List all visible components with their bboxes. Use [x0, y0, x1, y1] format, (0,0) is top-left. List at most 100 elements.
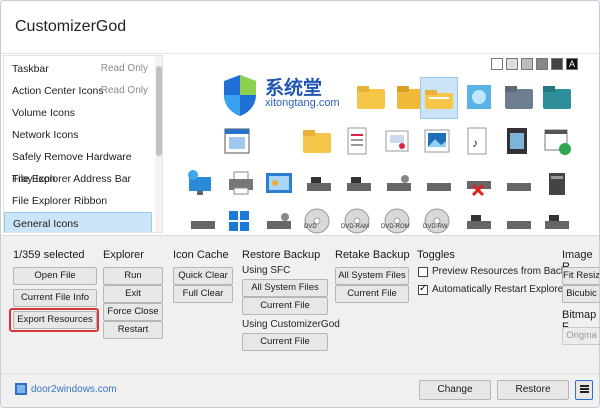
- export-highlight-box: [9, 308, 99, 332]
- window-title: CustomizerGod: [15, 18, 127, 35]
- drive-icon[interactable]: [423, 167, 455, 199]
- icon-grid: A 系统堂 xitongtang.com ♪ DVD DVD-RAM DVD-R…: [165, 55, 599, 234]
- gray-folder-icon[interactable]: [503, 81, 535, 113]
- video-file-icon[interactable]: [501, 125, 533, 157]
- explorer-run-button[interactable]: Run: [103, 267, 163, 285]
- restore-cg-current-file-button[interactable]: Current File: [242, 333, 328, 351]
- explorer-restart-button[interactable]: Restart: [103, 321, 163, 339]
- preview-backup-label: Preview Resources from Backup: [432, 266, 578, 277]
- chip-icon[interactable]: [541, 167, 573, 199]
- printer-icon[interactable]: [225, 167, 257, 199]
- scrollbar-thumb[interactable]: [156, 66, 162, 156]
- svg-text:♪: ♪: [472, 136, 478, 150]
- list-item-network[interactable]: Network Icons: [4, 124, 152, 146]
- list-item-general-icons[interactable]: General Icons: [4, 212, 152, 232]
- hamburger-menu-icon: [580, 385, 589, 393]
- restore-current-file-button[interactable]: Current File: [242, 297, 328, 315]
- size-button-5[interactable]: [551, 58, 563, 70]
- list-item-label: Action Center Icons: [12, 85, 104, 97]
- footer-brand-link[interactable]: door2windows.com: [31, 384, 117, 395]
- read-only-badge: Read Only: [100, 63, 148, 74]
- restore-button[interactable]: Restore: [497, 380, 569, 400]
- size-button-4[interactable]: [536, 58, 548, 70]
- list-item-label: File Explorer Ribbon: [12, 195, 108, 207]
- drive-icon[interactable]: [503, 167, 535, 199]
- explorer-exit-button[interactable]: Exit: [103, 285, 163, 303]
- restore-backup-heading: Restore Backup: [242, 249, 321, 261]
- checked-window-icon[interactable]: [541, 125, 573, 157]
- original-button[interactable]: Origina: [562, 327, 599, 345]
- drive-icon[interactable]: [303, 167, 335, 199]
- drive-icon[interactable]: [263, 205, 295, 237]
- drive-icon[interactable]: [463, 205, 495, 237]
- list-item-ribbon[interactable]: File Explorer Ribbon: [4, 190, 152, 212]
- drive-icon[interactable]: [503, 205, 535, 237]
- drive-icon[interactable]: [187, 205, 219, 237]
- list-item-label: Volume Icons: [12, 107, 76, 119]
- windows-drive-icon[interactable]: [223, 205, 255, 237]
- list-item-label: Network Icons: [12, 129, 79, 141]
- shield-logo-icon: [224, 75, 256, 116]
- menu-button[interactable]: [575, 380, 593, 400]
- full-clear-button[interactable]: Full Clear: [173, 285, 233, 303]
- explorer-force-close-button[interactable]: Force Close: [103, 303, 163, 321]
- removable-drive-icon[interactable]: [383, 167, 415, 199]
- quick-clear-button[interactable]: Quick Clear: [173, 267, 233, 285]
- open-file-button[interactable]: Open File: [13, 267, 97, 285]
- folder-icon[interactable]: [355, 81, 387, 113]
- retake-all-system-files-button[interactable]: All System Files: [335, 267, 409, 285]
- size-button-1[interactable]: [491, 58, 503, 70]
- dvd-rom-label: DVD-ROM: [381, 224, 410, 230]
- title-bar: CustomizerGod: [1, 1, 599, 53]
- using-sfc-label: Using SFC: [242, 265, 291, 276]
- list-item-label: File Explorer Address Bar: [12, 173, 132, 185]
- current-file-info-button[interactable]: Current File Info: [13, 289, 97, 307]
- list-scrollbar[interactable]: [155, 56, 162, 232]
- mail-icon[interactable]: [381, 125, 413, 157]
- icon-cache-heading: Icon Cache: [173, 249, 229, 261]
- list-item-taskbar[interactable]: Taskbar Read Only: [4, 58, 152, 80]
- music-file-icon[interactable]: ♪: [461, 125, 493, 157]
- list-item-volume[interactable]: Volume Icons: [4, 102, 152, 124]
- list-item-label: Taskbar: [12, 63, 49, 75]
- size-button-2[interactable]: [506, 58, 518, 70]
- disconnected-drive-icon[interactable]: [463, 167, 495, 199]
- auto-restart-checkbox[interactable]: [418, 283, 428, 295]
- network-pc-icon[interactable]: [185, 167, 217, 199]
- preview-backup-checkbox[interactable]: [418, 267, 428, 277]
- door2windows-logo-icon: [15, 383, 27, 395]
- picture-icon[interactable]: [421, 125, 453, 157]
- dvd-rw-icon[interactable]: [421, 205, 453, 237]
- folder-icon[interactable]: [301, 125, 333, 157]
- change-button[interactable]: Change: [419, 380, 491, 400]
- drive-icon[interactable]: [343, 167, 375, 199]
- watermark-brand: 系统堂: [265, 77, 323, 99]
- open-folder-icon[interactable]: [423, 83, 455, 115]
- teal-folder-icon[interactable]: [541, 81, 573, 113]
- dvd-rom-icon[interactable]: [381, 205, 413, 237]
- list-item-action-center[interactable]: Action Center Icons Read Only: [4, 80, 152, 102]
- drive-icon[interactable]: [541, 205, 573, 237]
- restore-all-system-files-button[interactable]: All System Files: [242, 279, 328, 297]
- read-only-badge: Read Only: [100, 85, 148, 96]
- watermark-url: xitongtang.com: [265, 97, 340, 109]
- size-button-a[interactable]: A: [566, 58, 578, 70]
- retake-current-file-button[interactable]: Current File: [335, 285, 409, 303]
- dvd-ram-icon[interactable]: [341, 205, 373, 237]
- toggles-heading: Toggles: [417, 249, 455, 261]
- size-button-3[interactable]: [521, 58, 533, 70]
- window-icon[interactable]: [221, 125, 253, 157]
- dvd-icon[interactable]: [301, 205, 333, 237]
- auto-restart-label: Automatically Restart Explorer: [432, 284, 567, 295]
- dvd-ram-label: DVD-RAM: [341, 224, 369, 230]
- title-separator: [1, 53, 599, 54]
- list-item-label: General Icons: [13, 218, 79, 230]
- search-folder-icon[interactable]: [463, 81, 495, 113]
- bicubic-button[interactable]: Bicubic: [562, 285, 599, 303]
- list-item-safely-remove[interactable]: Safely Remove Hardware Tray Icon: [4, 146, 152, 185]
- category-list: Taskbar Read Only Action Center Icons Re…: [3, 55, 163, 233]
- control-panel-icon[interactable]: [263, 167, 295, 199]
- document-icon[interactable]: [341, 125, 373, 157]
- fit-resize-button[interactable]: Fit Resiz: [562, 267, 599, 285]
- list-item-address-bar[interactable]: File Explorer Address Bar: [4, 168, 152, 190]
